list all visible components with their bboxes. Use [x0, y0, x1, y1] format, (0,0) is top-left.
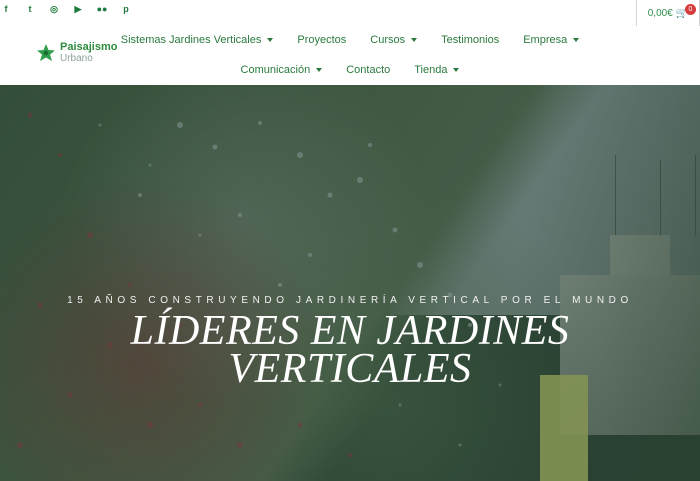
chevron-down-icon: [411, 38, 418, 42]
main-nav-row-2: Comunicación Contacto Tienda: [0, 64, 700, 76]
nav-item-sistemas[interactable]: Sistemas Jardines Verticales: [121, 34, 274, 46]
nav-item-label: Contacto: [346, 64, 391, 76]
instagram-icon[interactable]: ◎: [48, 3, 60, 15]
nav-item-proyectos[interactable]: Proyectos: [297, 34, 346, 46]
chevron-down-icon: [267, 38, 274, 42]
site-header: Paisajismo Urbano Sistemas Jardines Vert…: [0, 26, 700, 84]
cart-badge: 0: [685, 4, 696, 15]
twitter-icon[interactable]: t: [24, 3, 36, 15]
nav-item-cursos[interactable]: Cursos: [370, 34, 418, 46]
social-links: f t ◎ ▶ ●● p: [0, 3, 144, 15]
chevron-down-icon: [316, 68, 323, 72]
hero-overlay: [0, 85, 700, 481]
hero-subtitle: 15 AÑOS CONSTRUYENDO JARDINERÍA VERTICAL…: [67, 295, 633, 306]
nav-item-comunicacion[interactable]: Comunicación: [241, 64, 323, 76]
pinterest-icon[interactable]: p: [120, 3, 132, 15]
nav-item-testimonios[interactable]: Testimonios: [441, 34, 499, 46]
nav-item-label: Comunicación: [240, 64, 311, 76]
cart-amount: 0,00€: [647, 7, 673, 19]
nav-item-label: Tienda: [414, 64, 448, 76]
nav-item-label: Cursos: [370, 34, 406, 46]
nav-item-label: Sistemas Jardines Verticales: [120, 34, 262, 46]
top-bar: f t ◎ ▶ ●● p 0,00€ 🛒 0: [0, 0, 700, 27]
youtube-icon[interactable]: ▶: [72, 3, 84, 15]
hero-banner: 15 AÑOS CONSTRUYENDO JARDINERÍA VERTICAL…: [0, 85, 700, 481]
nav-item-label: Empresa: [523, 34, 568, 46]
flickr-icon[interactable]: ●●: [96, 3, 108, 15]
nav-item-contacto[interactable]: Contacto: [346, 64, 390, 76]
cart-button[interactable]: 0,00€ 🛒 0: [636, 0, 700, 27]
nav-item-label: Testimonios: [441, 34, 500, 46]
chevron-down-icon: [573, 38, 580, 42]
logo-text-bottom: Urbano: [60, 53, 93, 64]
main-nav-row-1: Sistemas Jardines Verticales Proyectos C…: [0, 34, 700, 46]
hero-title-line-2: VERTICALES: [228, 346, 472, 392]
nav-item-tienda[interactable]: Tienda: [414, 64, 460, 76]
logo-mark-icon: [36, 43, 56, 63]
facebook-icon[interactable]: f: [0, 3, 12, 15]
nav-item-label: Proyectos: [297, 34, 347, 46]
nav-item-empresa[interactable]: Empresa: [523, 34, 580, 46]
chevron-down-icon: [453, 68, 460, 72]
